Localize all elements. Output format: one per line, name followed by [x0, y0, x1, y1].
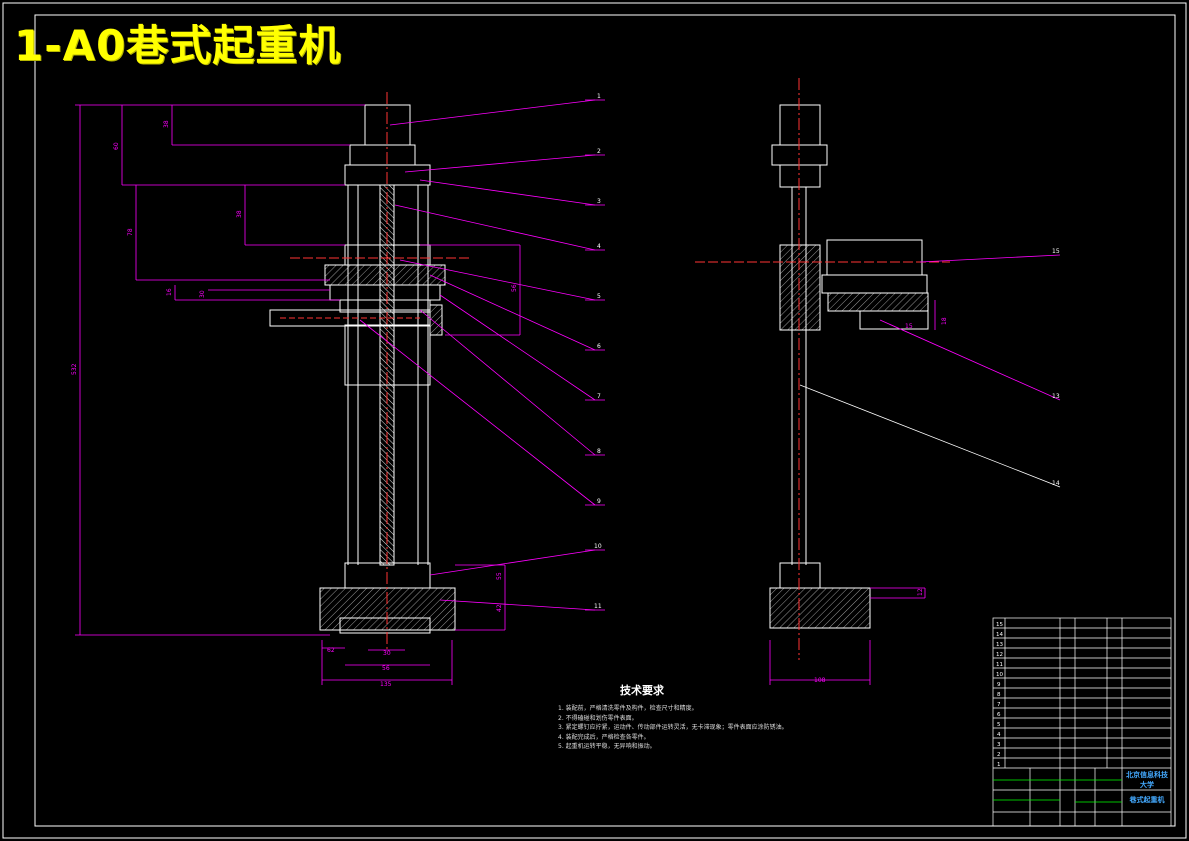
tech-requirements-notes: 1. 装配前，严格清洗零件及构件，检查尺寸和精度。 2. 不得磕碰和划伤零件表面…	[558, 704, 788, 752]
part-labels: 1 2 3 4 5 6 7 8 9 10 11 15 13 14	[594, 93, 1060, 610]
bom-row-number: 2	[997, 752, 1001, 758]
title-block-drawing-name: 巷式起重机	[1129, 796, 1165, 804]
dim-text: 78	[127, 228, 134, 236]
dim-text: 56	[511, 284, 518, 292]
dim-text: 60	[113, 142, 120, 150]
bom-row-number: 6	[997, 712, 1001, 718]
part-label: 7	[597, 393, 601, 400]
bom-row-number: 5	[997, 722, 1001, 728]
bom-row-number: 8	[997, 692, 1001, 698]
part-label: 13	[1052, 393, 1060, 400]
dim-text: 55	[496, 572, 503, 580]
dim-text: 30	[199, 290, 206, 298]
bom-row-number: 4	[997, 732, 1001, 738]
part-label: 9	[597, 498, 601, 505]
dim-text: 15	[905, 323, 913, 330]
bom-row-number: 10	[996, 672, 1003, 678]
side-view	[695, 78, 950, 660]
part-label: 10	[594, 543, 602, 550]
dim-text: 56	[382, 665, 390, 672]
note-line: 1. 装配前，严格清洗零件及构件，检查尺寸和精度。	[558, 705, 698, 712]
bom-row-number: 15	[996, 622, 1003, 628]
dim-text: 108	[814, 677, 826, 684]
dim-text: 532	[71, 363, 78, 375]
bom-row-number: 1	[997, 762, 1001, 768]
dim-text: 62	[327, 647, 335, 654]
bom-row-numbers: 15 14 13 12 11 10 9 8 7 6 5 4 3 2 1	[996, 622, 1003, 768]
tech-requirements-heading: 技术要求	[620, 684, 664, 697]
front-view	[269, 92, 470, 650]
bom-row-number: 12	[996, 652, 1003, 658]
part-label: 15	[1052, 248, 1060, 255]
title-block-school: 北京信息科技大学	[1126, 771, 1168, 789]
part-label: 4	[597, 243, 601, 250]
note-line: 4. 装配完成后，严格检查各零件。	[558, 733, 650, 741]
part-label: 14	[1052, 480, 1060, 487]
part-label: 3	[597, 198, 601, 205]
part-label: 6	[597, 343, 601, 350]
note-line: 3. 紧定螺钉应拧紧，运动件、传动部件运转灵活，无卡滞现象；零件表面应涂防锈油。	[558, 724, 788, 731]
dim-text: 38	[236, 210, 243, 218]
part-label: 8	[597, 448, 601, 455]
bom-row-number: 7	[997, 702, 1001, 708]
part-label: 5	[597, 293, 601, 300]
dim-text: 135	[380, 681, 392, 688]
note-line: 5. 起重机运转平稳，无异响和振动。	[558, 743, 656, 750]
part-label: 2	[597, 148, 601, 155]
note-line: 2. 不得磕碰和划伤零件表面。	[558, 714, 638, 722]
title-block-green	[993, 779, 1122, 803]
bom-row-number: 14	[996, 632, 1003, 638]
dim-text: 16	[166, 288, 173, 296]
dim-text: 18	[941, 317, 948, 325]
bom-row-number: 3	[997, 742, 1001, 748]
dim-text: 42	[496, 604, 503, 612]
bom-row-number: 13	[996, 642, 1003, 648]
drawing-title: 1-A0巷式起重机	[14, 21, 342, 70]
part-label: 1	[597, 93, 601, 100]
dim-text: 12	[917, 588, 924, 596]
bom-row-number: 9	[997, 682, 1001, 688]
dim-text: 30	[383, 650, 391, 657]
part-label: 11	[594, 603, 602, 610]
side-leaders	[799, 384, 1061, 488]
bom-row-number: 11	[996, 662, 1003, 668]
dim-text: 38	[163, 120, 170, 128]
